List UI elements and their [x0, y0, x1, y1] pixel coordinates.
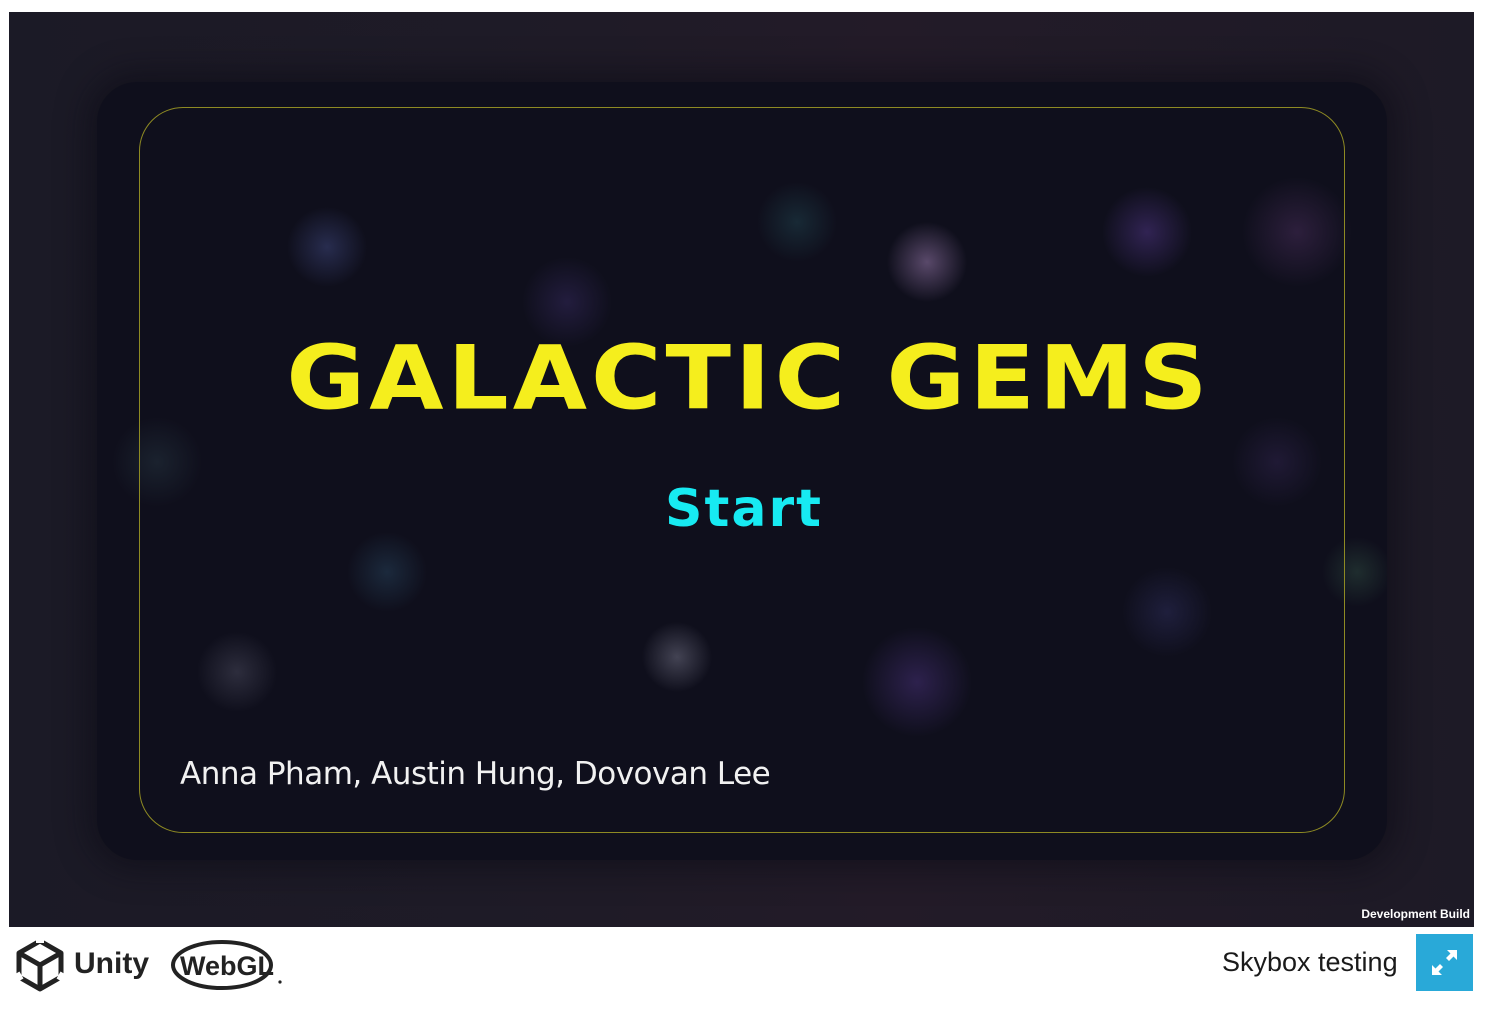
unity-container: GALACTIC GEMS Start Anna Pham, Austin Hu…: [9, 12, 1474, 927]
unity-logo-icon: [14, 937, 66, 992]
webgl-logo-text: WebGL: [180, 951, 274, 981]
game-canvas[interactable]: GALACTIC GEMS Start Anna Pham, Austin Hu…: [9, 12, 1474, 927]
webgl-logo-icon: WebGL: [171, 940, 282, 990]
unity-footer: Unity WebGL Skybox testing: [0, 927, 1500, 1025]
build-title: Skybox testing: [1222, 947, 1398, 977]
credits-text: Anna Pham, Austin Hung, Dovovan Lee: [180, 756, 771, 792]
fullscreen-button[interactable]: [1416, 934, 1473, 991]
menu-panel-frame: [139, 107, 1345, 833]
development-build-label: Development Build: [1361, 907, 1470, 921]
start-button[interactable]: Start: [639, 474, 849, 544]
unity-wordmark: Unity: [74, 947, 149, 980]
fullscreen-expand-icon: [1432, 950, 1457, 975]
game-title: GALACTIC GEMS: [286, 326, 1212, 430]
